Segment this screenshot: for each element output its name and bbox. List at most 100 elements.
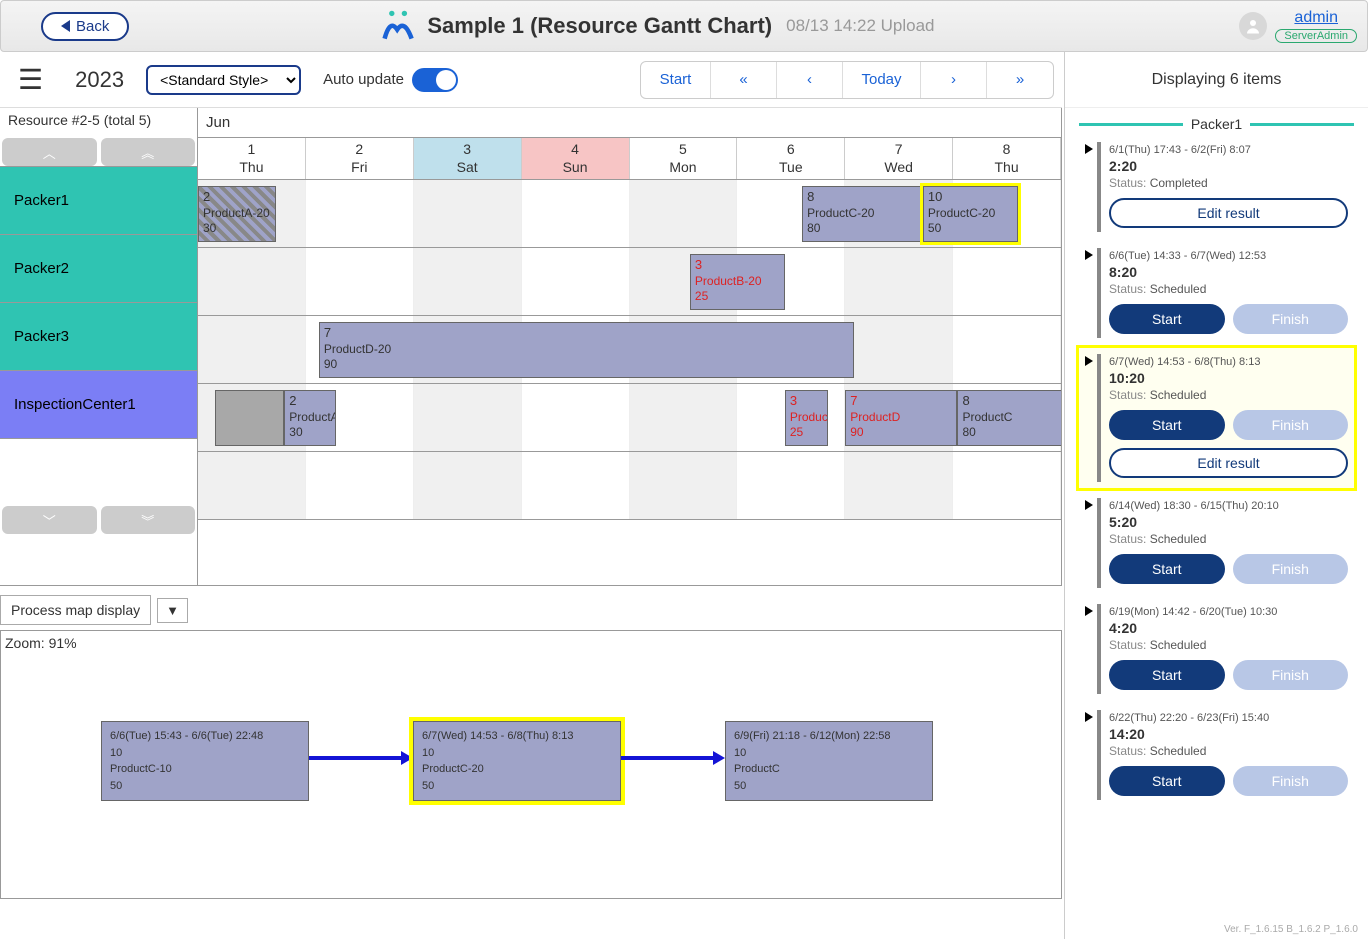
item-range: 6/1(Thu) 17:43 - 6/2(Fri) 8:07 — [1109, 144, 1348, 156]
process-node[interactable]: 6/9(Fri) 21:18 - 6/12(Mon) 22:5810Produc… — [725, 721, 933, 801]
day-header: 3Sat — [414, 138, 522, 179]
gantt-task[interactable]: 3ProductB-2025 — [690, 254, 785, 310]
item-duration: 10:20 — [1109, 370, 1348, 386]
scroll-down-one[interactable]: ﹀ — [2, 506, 97, 534]
nav-last[interactable]: » — [987, 62, 1053, 98]
task-item[interactable]: 6/7(Wed) 14:53 - 6/8(Thu) 8:13 10:20 Statu… — [1079, 348, 1354, 488]
gantt-task[interactable] — [215, 390, 284, 446]
item-range: 6/7(Wed) 14:53 - 6/8(Thu) 8:13 — [1109, 356, 1348, 368]
gantt-task[interactable]: 7ProductD-2090 — [319, 322, 854, 378]
expand-icon[interactable] — [1085, 250, 1093, 260]
date-nav: Start « ‹ Today › » — [640, 61, 1054, 99]
start-button[interactable]: Start — [1109, 304, 1225, 334]
expand-icon[interactable] — [1085, 712, 1093, 722]
process-map-tab[interactable]: Process map display — [0, 595, 151, 625]
gantt-task[interactable]: 10ProductC-2050 — [923, 186, 1018, 242]
item-duration: 5:20 — [1109, 514, 1348, 530]
process-node[interactable]: 6/6(Tue) 15:43 - 6/6(Tue) 22:4810Product… — [101, 721, 309, 801]
scroll-up-one[interactable]: ︿ — [2, 138, 97, 166]
item-status: Status: Scheduled — [1109, 744, 1348, 758]
auto-update-label: Auto update — [323, 71, 404, 88]
item-status: Status: Scheduled — [1109, 388, 1348, 402]
user-link[interactable]: admin — [1294, 9, 1338, 27]
resource-row[interactable]: Packer1 — [0, 166, 197, 234]
process-map-canvas[interactable]: Zoom: 91% 6/6(Tue) 15:43 - 6/6(Tue) 22:4… — [0, 630, 1062, 899]
back-icon — [61, 20, 70, 32]
expand-icon[interactable] — [1085, 500, 1093, 510]
resource-header: Resource #2-5 (total 5) — [0, 108, 197, 138]
task-item[interactable]: 6/1(Thu) 17:43 - 6/2(Fri) 8:072:20Status… — [1079, 136, 1354, 238]
item-status: Status: Scheduled — [1109, 282, 1348, 296]
avatar[interactable] — [1239, 12, 1267, 40]
finish-button: Finish — [1233, 554, 1349, 584]
process-arrow — [621, 756, 715, 760]
menu-icon[interactable]: ☰ — [18, 63, 43, 96]
day-header: 6Tue — [737, 138, 845, 179]
day-header: 2Fri — [306, 138, 414, 179]
item-duration: 8:20 — [1109, 264, 1348, 280]
back-button[interactable]: Back — [41, 12, 129, 41]
group-title: Packer1 — [1191, 116, 1242, 132]
start-button[interactable]: Start — [1109, 410, 1225, 440]
item-range: 6/14(Wed) 18:30 - 6/15(Thu) 20:10 — [1109, 500, 1348, 512]
status-bar-icon — [1097, 604, 1101, 694]
start-button[interactable]: Start — [1109, 554, 1225, 584]
style-select[interactable]: <Standard Style> — [146, 65, 301, 95]
right-panel-header: Displaying 6 items — [1065, 52, 1368, 108]
expand-icon[interactable] — [1085, 606, 1093, 616]
expand-icon[interactable] — [1085, 144, 1093, 154]
resource-row[interactable]: Packer2 — [0, 234, 197, 302]
group-line-icon — [1250, 123, 1354, 126]
start-button[interactable]: Start — [1109, 766, 1225, 796]
gantt-task[interactable]: 3ProductB25 — [785, 390, 828, 446]
gantt-task[interactable]: 2ProductA-2030 — [198, 186, 276, 242]
gantt-task[interactable]: 8ProductC-2080 — [802, 186, 923, 242]
process-map-dropdown[interactable]: ▼ — [157, 598, 188, 623]
item-range: 6/22(Thu) 22:20 - 6/23(Fri) 15:40 — [1109, 712, 1348, 724]
item-duration: 14:20 — [1109, 726, 1348, 742]
process-node[interactable]: 6/7(Wed) 14:53 - 6/8(Thu) 8:1310ProductC… — [413, 721, 621, 801]
gantt-task[interactable]: 8ProductC80 — [957, 390, 1062, 446]
nav-next[interactable]: › — [921, 62, 987, 98]
edit-result-button[interactable]: Edit result — [1109, 448, 1348, 478]
task-item[interactable]: 6/19(Mon) 14:42 - 6/20(Tue) 10:30 4:20 Sta… — [1079, 598, 1354, 700]
resource-row[interactable]: Packer3 — [0, 302, 197, 370]
item-duration: 4:20 — [1109, 620, 1348, 636]
gantt-task[interactable]: 7ProductD90 — [845, 390, 957, 446]
nav-start[interactable]: Start — [641, 62, 711, 98]
nav-prev[interactable]: ‹ — [777, 62, 843, 98]
edit-result-button[interactable]: Edit result — [1109, 198, 1348, 228]
month-label: Jun — [198, 108, 1061, 138]
nav-today[interactable]: Today — [843, 62, 921, 98]
resource-row[interactable]: InspectionCenter1 — [0, 370, 197, 438]
status-bar-icon — [1097, 498, 1101, 588]
expand-icon[interactable] — [1085, 356, 1093, 366]
resource-row[interactable] — [0, 438, 197, 506]
item-range: 6/6(Tue) 14:33 - 6/7(Wed) 12:53 — [1109, 250, 1348, 262]
nav-first[interactable]: « — [711, 62, 777, 98]
auto-update-toggle[interactable] — [412, 68, 458, 92]
task-item[interactable]: 6/6(Tue) 14:33 - 6/7(Wed) 12:53 8:20 Statu… — [1079, 242, 1354, 344]
group-line-icon — [1079, 123, 1183, 126]
day-header: 8Thu — [953, 138, 1061, 179]
item-status: Status: Scheduled — [1109, 532, 1348, 546]
task-item[interactable]: 6/14(Wed) 18:30 - 6/15(Thu) 20:10 5:20 Sta… — [1079, 492, 1354, 594]
page-title: Sample 1 (Resource Gantt Chart) — [427, 13, 772, 39]
finish-button: Finish — [1233, 410, 1349, 440]
start-button[interactable]: Start — [1109, 660, 1225, 690]
item-range: 6/19(Mon) 14:42 - 6/20(Tue) 10:30 — [1109, 606, 1348, 618]
status-bar-icon — [1097, 248, 1101, 338]
user-badge: ServerAdmin — [1275, 29, 1357, 43]
app-logo — [379, 8, 419, 44]
finish-button: Finish — [1233, 766, 1349, 796]
task-item[interactable]: 6/22(Thu) 22:20 - 6/23(Fri) 15:40 14:20 St… — [1079, 704, 1354, 806]
scroll-down-page[interactable]: ︾ — [101, 506, 196, 534]
status-bar-icon — [1097, 710, 1101, 800]
zoom-label: Zoom: 91% — [5, 635, 77, 651]
gantt-task[interactable]: 2ProductA30 — [284, 390, 336, 446]
status-bar-icon — [1097, 354, 1101, 482]
scroll-up-page[interactable]: ︽ — [101, 138, 196, 166]
item-status: Status: Scheduled — [1109, 638, 1348, 652]
day-header: 1Thu — [198, 138, 306, 179]
status-bar-icon — [1097, 142, 1101, 232]
